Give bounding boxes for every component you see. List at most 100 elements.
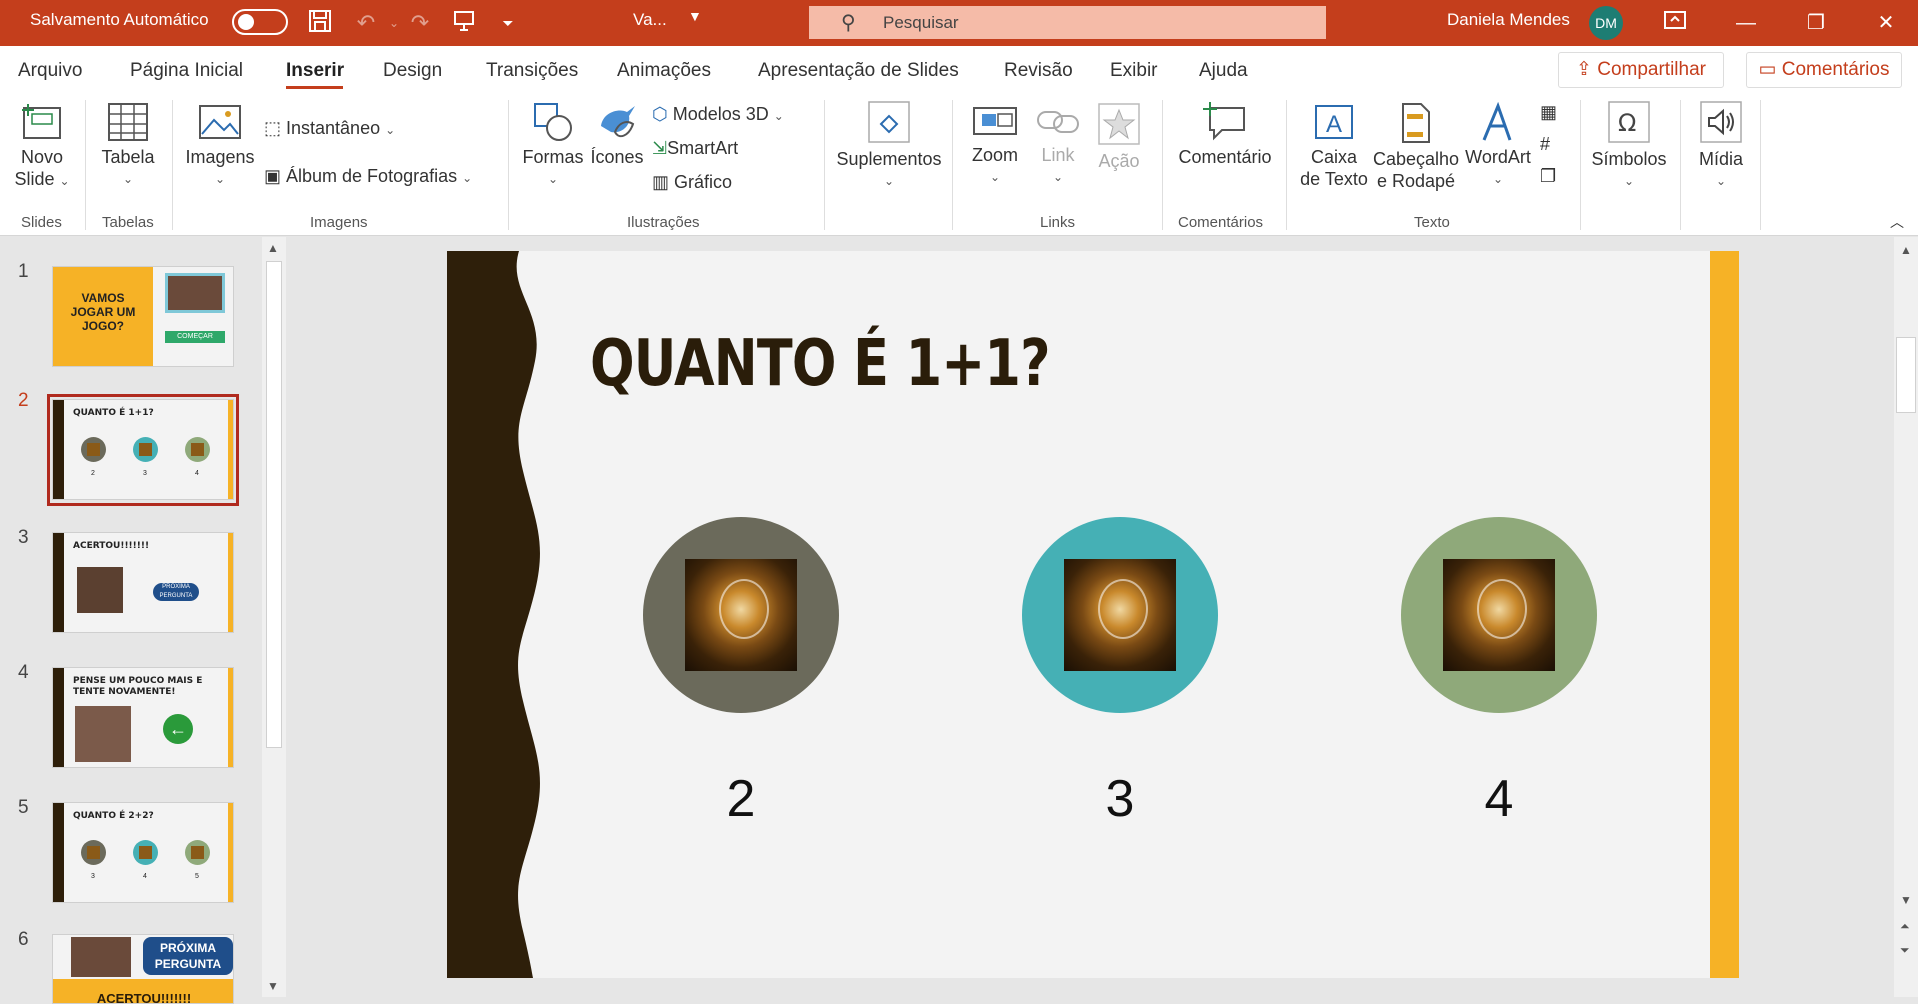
- avatar[interactable]: DM: [1589, 6, 1623, 40]
- object-icon[interactable]: ❐: [1540, 166, 1556, 187]
- thumbnail-button: COMEÇAR: [165, 331, 225, 343]
- restore-icon[interactable]: ❐: [1796, 8, 1836, 38]
- action-button[interactable]: Ação: [1090, 102, 1148, 172]
- tab-arquivo[interactable]: Arquivo: [18, 60, 82, 82]
- textbox-button[interactable]: A Caixa de Texto: [1296, 102, 1372, 190]
- wordart-button[interactable]: WordArt ⌄: [1460, 102, 1536, 190]
- slide-thumbnail-1[interactable]: VAMOS JOGAR UM JOGO? COMEÇAR: [52, 266, 234, 367]
- user-name[interactable]: Daniela Mendes: [1447, 10, 1570, 30]
- link-button[interactable]: Link ⌄: [1030, 102, 1086, 188]
- group-divider: [952, 100, 953, 230]
- slide-title[interactable]: QUANTO É 1+1?: [590, 327, 1051, 401]
- photo-album-button[interactable]: ▣ Álbum de Fotografias ⌄: [264, 166, 472, 187]
- link-icon: [1037, 111, 1079, 133]
- search-box[interactable]: ⚲ Pesquisar: [809, 6, 1326, 39]
- present-from-start-icon[interactable]: [450, 9, 478, 37]
- scrollbar-thumb[interactable]: [1896, 337, 1916, 413]
- tab-animacoes[interactable]: Animações: [617, 60, 711, 82]
- tab-revisao[interactable]: Revisão: [1004, 60, 1073, 82]
- chart-button[interactable]: ▥ Gráfico: [652, 172, 732, 193]
- light-bulb-image: [1064, 559, 1176, 671]
- group-divider: [508, 100, 509, 230]
- tab-inserir[interactable]: Inserir: [286, 60, 344, 82]
- customize-qat-icon[interactable]: ⏷: [494, 9, 522, 37]
- addins-button[interactable]: Suplementos ⌄: [834, 100, 944, 192]
- undo-dropdown-icon[interactable]: ⌄: [380, 9, 408, 37]
- close-icon[interactable]: ✕: [1866, 8, 1906, 38]
- slide-thumbnail-2[interactable]: QUANTO É 1+1? 2 3 4: [52, 399, 234, 500]
- icons-label: Ícones: [590, 147, 644, 167]
- option-circle-1[interactable]: [643, 517, 839, 713]
- symbols-button[interactable]: Ω Símbolos ⌄: [1588, 100, 1670, 192]
- header-footer-button[interactable]: Cabeçalho e Rodapé: [1372, 102, 1460, 192]
- save-icon[interactable]: [306, 9, 334, 37]
- scroll-down-icon[interactable]: ▼: [267, 979, 279, 993]
- tab-design[interactable]: Design: [383, 60, 442, 82]
- next-slide-icon[interactable]: ⏷: [1900, 943, 1910, 958]
- slide-canvas[interactable]: QUANTO É 1+1? 2 3 4: [447, 251, 1739, 978]
- filename-dropdown-icon[interactable]: ▼: [688, 8, 702, 24]
- option-label-2[interactable]: 3: [1090, 769, 1150, 829]
- ribbon-display-options-icon[interactable]: [1655, 8, 1695, 38]
- smartart-button[interactable]: ⇲SmartArt: [652, 138, 738, 159]
- shapes-button[interactable]: Formas ⌄: [520, 102, 586, 190]
- tab-apresentacao[interactable]: Apresentação de Slides: [758, 60, 959, 82]
- tab-ajuda[interactable]: Ajuda: [1199, 60, 1248, 82]
- tab-pagina-inicial[interactable]: Página Inicial: [130, 60, 243, 82]
- shapes-label: Formas: [522, 147, 584, 167]
- table-icon: [108, 103, 148, 141]
- slide-scrollbar[interactable]: ▲ ▼ ⏶ ⏷: [1894, 237, 1918, 997]
- thumbnail-number: 1: [18, 261, 29, 282]
- chart-label: Gráfico: [674, 172, 733, 192]
- thumbnail-option-label: 2: [91, 470, 95, 477]
- scroll-down-icon[interactable]: ▼: [1900, 893, 1912, 907]
- autosave-toggle[interactable]: [232, 9, 288, 35]
- chevron-down-icon: ⌄: [1715, 174, 1727, 188]
- slide-thumbnail-6[interactable]: PRÓXIMA PERGUNTA ACERTOU!!!!!!!: [52, 934, 234, 1004]
- thumbnail-photo: [77, 567, 123, 613]
- option-circle-2[interactable]: [1022, 517, 1218, 713]
- thumbnail-button: PRÓXIMA PERGUNTA: [143, 937, 233, 975]
- chevron-down-icon: ⌄: [462, 171, 473, 185]
- new-slide-button[interactable]: Novo Slide ⌄: [8, 102, 76, 192]
- slide-thumbnail-3[interactable]: ACERTOU!!!!!!! PRÓXIMA PERGUNTA: [52, 532, 234, 633]
- option-label-1[interactable]: 2: [711, 769, 771, 829]
- slide-number-icon[interactable]: #: [1540, 134, 1550, 155]
- autosave-label: Salvamento Automático: [30, 10, 209, 29]
- 3d-models-button[interactable]: ⬡ Modelos 3D ⌄: [652, 104, 784, 125]
- scrollbar-thumb[interactable]: [266, 261, 282, 748]
- undo-icon[interactable]: ↶: [352, 9, 380, 37]
- slide-thumbnail-5[interactable]: QUANTO É 2+2? 3 4 5: [52, 802, 234, 903]
- slide-thumbnail-4[interactable]: PENSE UM POUCO MAIS E TENTE NOVAMENTE! ←: [52, 667, 234, 768]
- images-button[interactable]: Imagens ⌄: [182, 102, 258, 190]
- option-label-3[interactable]: 4: [1469, 769, 1529, 829]
- thumbnail-title: ACERTOU!!!!!!!: [73, 541, 150, 551]
- active-tab-indicator: [286, 86, 343, 89]
- redo-icon[interactable]: ↷: [406, 9, 434, 37]
- comments-button[interactable]: ▭ Comentários: [1746, 52, 1902, 88]
- option-circle-3[interactable]: [1401, 517, 1597, 713]
- cube-icon: ⬡: [652, 104, 673, 124]
- share-button[interactable]: ⇪ Compartilhar: [1558, 52, 1724, 88]
- file-name[interactable]: Va...: [633, 10, 667, 30]
- tab-transicoes[interactable]: Transições: [486, 60, 578, 82]
- scroll-up-icon[interactable]: ▲: [267, 241, 279, 255]
- table-button[interactable]: Tabela ⌄: [96, 102, 160, 190]
- comment-button[interactable]: Comentário: [1170, 102, 1280, 168]
- media-button[interactable]: Mídia ⌄: [1688, 100, 1754, 192]
- zoom-button[interactable]: Zoom ⌄: [964, 102, 1026, 188]
- scroll-up-icon[interactable]: ▲: [1900, 243, 1912, 257]
- screenshot-button[interactable]: ⬚ Instantâneo ⌄: [264, 118, 395, 139]
- thumbnail-left-band: [53, 400, 64, 499]
- chevron-down-icon: ⌄: [122, 172, 134, 186]
- icons-button[interactable]: Ícones: [588, 102, 646, 168]
- chevron-down-icon: ⌄: [773, 109, 784, 123]
- previous-slide-icon[interactable]: ⏶: [1900, 919, 1910, 934]
- thumbnail-scrollbar[interactable]: ▲ ▼: [262, 237, 286, 997]
- date-time-icon[interactable]: ▦: [1540, 102, 1557, 123]
- collapse-ribbon-icon[interactable]: ︿: [1890, 212, 1904, 232]
- star-icon: [1098, 103, 1140, 145]
- minimize-icon[interactable]: —: [1726, 8, 1766, 38]
- group-divider: [1680, 100, 1681, 230]
- tab-exibir[interactable]: Exibir: [1110, 60, 1158, 82]
